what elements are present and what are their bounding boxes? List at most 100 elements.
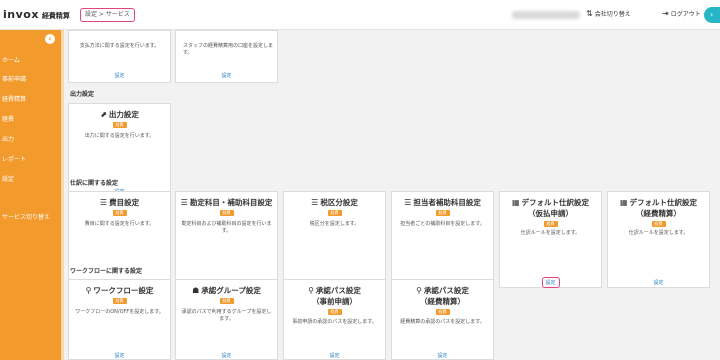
card-title: ☗ 承認グループ設定 bbox=[176, 286, 277, 296]
settings-link[interactable]: 設定 bbox=[218, 71, 234, 80]
expense-badge: 経費 bbox=[435, 309, 450, 315]
sidebar: ‹ ホーム 事前申請 経費精算 経費 出力 レポート 設定 サービス切り替え bbox=[0, 30, 61, 360]
card-title-text: 承認パス設定 bbox=[423, 286, 469, 295]
sidebar-item-settings[interactable]: 設定 bbox=[2, 174, 14, 183]
app-logo[interactable]: invox 経費精算 bbox=[3, 8, 70, 21]
settings-link[interactable]: 設定 bbox=[111, 71, 127, 80]
list-icon: ☰ bbox=[404, 198, 412, 207]
sidebar-item-report[interactable]: レポート bbox=[2, 154, 26, 163]
switch-icon: ⇅ bbox=[586, 9, 593, 18]
card-description: 出力に関する設定を行います。 bbox=[84, 133, 155, 139]
expense-badge: 経費 bbox=[219, 298, 234, 304]
settings-card-approval-path-expense: ⚲ 承認パス設定 （経費精算） 経費 経費精算の承認のパスを設定します。 設定 bbox=[391, 279, 494, 360]
card-description: 担当者ごとの補助科目を設定します。 bbox=[400, 221, 485, 227]
card-description: ワークフローのON/OFFを設定します。 bbox=[75, 309, 164, 315]
card-description: 経費精算の承認のパスを設定します。 bbox=[400, 319, 485, 325]
card-title-text: 承認パス設定 bbox=[315, 286, 361, 295]
card-description: 仕訳ルールを設定します。 bbox=[628, 230, 689, 236]
card-subtitle: （経費精算） bbox=[420, 297, 465, 306]
card-description: スタッフの経費精算用の口座を設定します。 bbox=[183, 43, 274, 56]
logo-text: invox bbox=[3, 8, 39, 21]
card-title-text: 承認グループ設定 bbox=[201, 286, 261, 295]
expense-badge: 経費 bbox=[112, 122, 127, 128]
section-title-workflow: ワークフローに関する設定 bbox=[70, 268, 143, 275]
sidebar-item-home[interactable]: ホーム bbox=[2, 55, 20, 64]
settings-card-payment-method: 支払方法に関する設定を行います。 設定 bbox=[68, 30, 171, 83]
settings-card-staff-account: スタッフの経費精算用の口座を設定します。 設定 bbox=[175, 30, 278, 83]
sidebar-item-expense-settlement[interactable]: 経費精算 bbox=[2, 94, 26, 103]
expense-badge: 経費 bbox=[651, 221, 666, 227]
expense-badge: 経費 bbox=[543, 221, 558, 227]
settings-card-account: ☰勘定科目・補助科目設定 経費 勘定科目および補助科目の設定を行います。 設定 bbox=[175, 191, 278, 288]
switch-company-label: 会社切り替え bbox=[594, 11, 631, 18]
sidebar-item-output[interactable]: 出力 bbox=[2, 134, 14, 143]
card-title: ⚲ ワークフロー設定 bbox=[69, 286, 170, 296]
card-description: 支払方法に関する設定を行います。 bbox=[79, 43, 160, 49]
breadcrumb[interactable]: 設定 > サービス bbox=[80, 8, 135, 22]
calendar-icon: ▦ bbox=[511, 198, 520, 207]
card-title: ⚲ 承認パス設定 bbox=[284, 286, 385, 296]
card-title: ▦ デフォルト仕訳設定 bbox=[608, 198, 709, 208]
path-icon: ⚲ bbox=[308, 286, 314, 295]
expense-badge: 経費 bbox=[112, 298, 127, 304]
top-header: invox 経費精算 設定 > サービス ⇅ 会社切り替え ⇥ ログアウト › bbox=[0, 0, 720, 30]
workflow-icon: ⚲ bbox=[85, 286, 92, 295]
list-icon: ☰ bbox=[311, 198, 319, 207]
settings-link[interactable]: 設定 bbox=[218, 351, 234, 360]
sidebar-item-expense[interactable]: 経費 bbox=[2, 114, 14, 123]
list-icon: ☰ bbox=[99, 198, 108, 207]
expense-badge: 経費 bbox=[435, 210, 450, 216]
card-subtitle: （仮払申請） bbox=[528, 209, 573, 218]
card-description: 税区分を設定します。 bbox=[309, 221, 360, 227]
card-title: ⚲ 承認パス設定 bbox=[392, 286, 493, 296]
card-title: ☰ 税区分設定 bbox=[284, 198, 385, 208]
card-title-text: ワークフロー設定 bbox=[93, 286, 154, 295]
help-button[interactable]: › bbox=[704, 7, 720, 23]
settings-link[interactable]: 設定 bbox=[326, 351, 342, 360]
settings-link-highlighted[interactable]: 設定 bbox=[541, 277, 560, 288]
card-title: ☰ 担当者補助科目設定 bbox=[392, 198, 493, 208]
logout-button[interactable]: ⇥ ログアウト bbox=[662, 9, 701, 18]
card-description: 仕訳ルールを設定します。 bbox=[520, 230, 581, 236]
card-subtitle: （事前申請） bbox=[312, 297, 357, 306]
settings-link[interactable]: 設定 bbox=[650, 278, 666, 287]
group-icon: ☗ bbox=[192, 286, 200, 295]
card-title-text: デフォルト仕訳設定 bbox=[629, 198, 698, 207]
card-subtitle: （経費精算） bbox=[636, 209, 681, 218]
settings-card-tax: ☰税区分設定 経費 税区分を設定します。 設定 bbox=[283, 191, 386, 288]
expense-badge: 経費 bbox=[112, 210, 127, 216]
switch-company-button[interactable]: ⇅ 会社切り替え bbox=[586, 9, 631, 18]
card-description: 承認のパスで利用するグループを設定します。 bbox=[181, 309, 272, 322]
settings-content: 支払方法に関する設定を行います。 設定 スタッフの経費精算用の口座を設定します。… bbox=[64, 30, 720, 360]
settings-card-workflow: ⚲ ワークフロー設定 経費 ワークフローのON/OFFを設定します。 設定 bbox=[68, 279, 171, 360]
settings-card-approval-group: ☗ 承認グループ設定 経費 承認のパスで利用するグループを設定します。 設定 bbox=[175, 279, 278, 360]
list-icon: ☰ bbox=[180, 198, 188, 207]
card-title-text: 税区分設定 bbox=[320, 198, 358, 207]
sidebar-item-pre-application[interactable]: 事前申請 bbox=[2, 74, 26, 83]
calendar-icon: ▦ bbox=[619, 198, 628, 207]
card-title: ☰ 費目設定 bbox=[69, 198, 170, 208]
card-title-text: 出力設定 bbox=[108, 110, 139, 119]
card-description: 事前申請の承認のパスを設定します。 bbox=[292, 319, 377, 325]
settings-card-default-journal-expense: ▦ デフォルト仕訳設定 （経費精算） 経費 仕訳ルールを設定します。 設定 bbox=[607, 191, 710, 288]
card-title-text: 担当者補助科目設定 bbox=[413, 198, 481, 207]
card-title: ▦ デフォルト仕訳設定 bbox=[500, 198, 601, 208]
expense-badge: 経費 bbox=[327, 210, 342, 216]
expense-badge: 経費 bbox=[327, 309, 342, 315]
card-title-text: 勘定科目・補助科目設定 bbox=[189, 198, 273, 207]
card-title: ⬈ 出力設定 bbox=[69, 110, 170, 120]
card-title: ☰ 勘定科目・補助科目設定 bbox=[176, 198, 277, 208]
card-description: 費目に関する設定を行います。 bbox=[84, 221, 155, 227]
expense-badge: 経費 bbox=[219, 210, 234, 216]
sidebar-item-switch-service[interactable]: サービス切り替え bbox=[2, 212, 50, 221]
settings-card-default-journal-pre: ▦ デフォルト仕訳設定 （仮払申請） 経費 仕訳ルールを設定します。 設定 bbox=[499, 191, 602, 288]
collapse-sidebar-icon[interactable]: ‹ bbox=[45, 34, 55, 44]
settings-card-approval-path-pre: ⚲ 承認パス設定 （事前申請） 経費 事前申請の承認のパスを設定します。 設定 bbox=[283, 279, 386, 360]
path-icon: ⚲ bbox=[416, 286, 422, 295]
settings-link[interactable]: 設定 bbox=[434, 351, 450, 360]
section-title-journal: 仕訳に関する設定 bbox=[70, 180, 119, 187]
logout-icon: ⇥ bbox=[662, 9, 669, 18]
settings-link[interactable]: 設定 bbox=[111, 351, 127, 360]
export-icon: ⬈ bbox=[100, 110, 107, 119]
settings-card-person-subaccount: ☰担当者補助科目設定 経費 担当者ごとの補助科目を設定します。 設定 bbox=[391, 191, 494, 288]
